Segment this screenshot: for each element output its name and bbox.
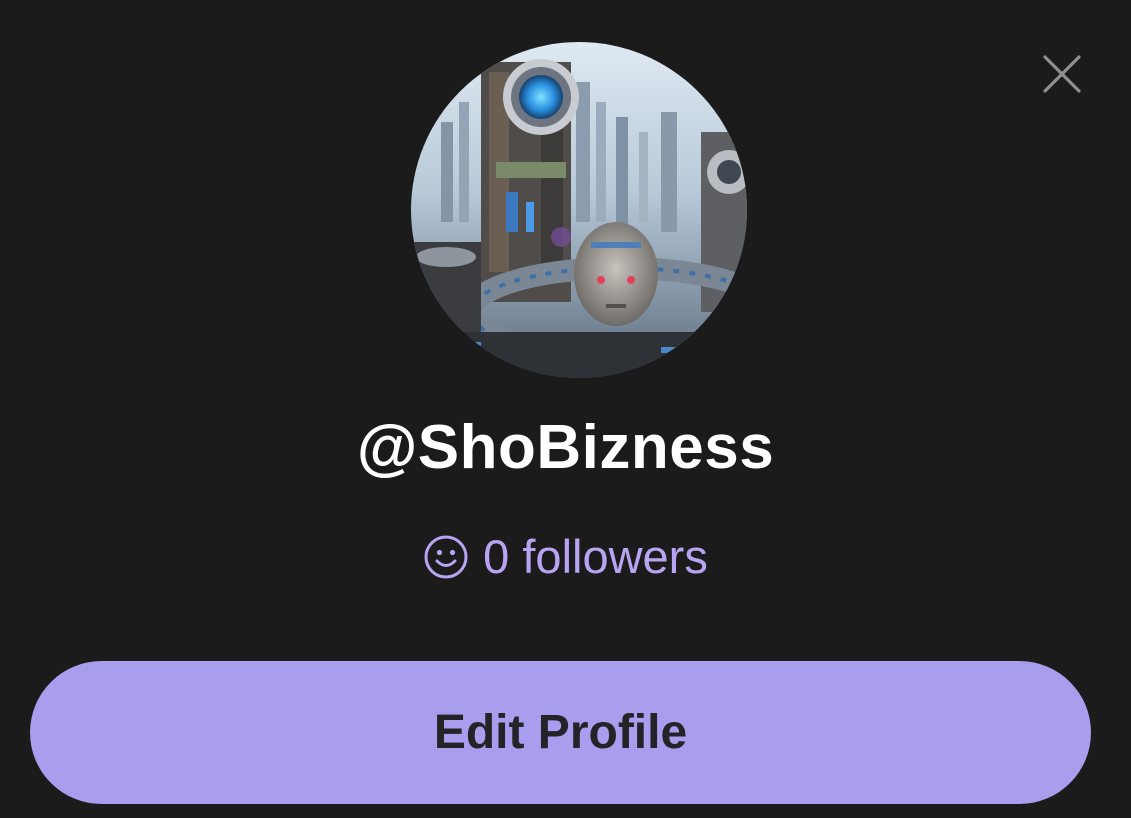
profile-sheet: @ShoBizness 0 followers Edit Profile — [0, 0, 1131, 818]
close-button[interactable] — [1036, 48, 1088, 100]
smiley-face-icon — [423, 534, 469, 580]
close-icon[interactable] — [1042, 54, 1082, 94]
followers-link[interactable]: 0 followers — [0, 524, 1131, 590]
avatar-image — [411, 42, 747, 378]
avatar[interactable] — [411, 42, 747, 378]
username: @ShoBizness — [356, 413, 775, 482]
edit-profile-label: Edit Profile — [433, 706, 688, 759]
followers-count: 0 followers — [483, 530, 708, 583]
edit-profile-button[interactable]: Edit Profile — [30, 661, 1091, 804]
